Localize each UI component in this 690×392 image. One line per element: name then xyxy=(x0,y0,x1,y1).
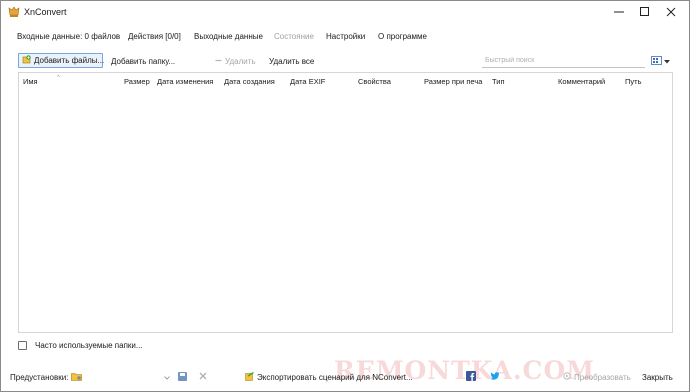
minimize-icon xyxy=(614,7,624,17)
close-button[interactable] xyxy=(657,1,685,23)
remove-icon xyxy=(215,57,222,66)
presets-label: Предустановки: xyxy=(10,372,69,382)
file-list[interactable]: Имя ^ Размер Дата изменения Дата создани… xyxy=(18,72,673,333)
remove-all-label: Удалить все xyxy=(269,56,315,66)
remove-all-button[interactable]: Удалить все xyxy=(269,54,314,68)
twitter-icon xyxy=(490,372,500,382)
column-name[interactable]: Имя ^ xyxy=(23,75,60,86)
facebook-icon xyxy=(466,371,476,383)
column-created-date[interactable]: Дата создания xyxy=(224,77,275,86)
minimize-button[interactable] xyxy=(605,1,633,23)
chevron-down-icon xyxy=(664,57,670,66)
close-app-label: Закрыть xyxy=(642,372,673,382)
maximize-icon xyxy=(640,7,650,17)
sort-caret-icon: ^ xyxy=(57,75,60,81)
view-mode-icon xyxy=(651,55,662,67)
tab-actions[interactable]: Действия [0/0] xyxy=(128,32,181,41)
add-folder-label: Добавить папку... xyxy=(111,56,176,66)
frequent-folders-checkbox[interactable] xyxy=(18,340,27,350)
bottom-bar: Предустановки: Экспортировать сценарий д… xyxy=(1,368,689,386)
export-script-icon xyxy=(245,371,254,383)
view-mode-button[interactable] xyxy=(651,55,671,67)
tab-about[interactable]: О программе xyxy=(378,32,427,41)
column-type[interactable]: Тип xyxy=(492,77,505,86)
column-modified-date[interactable]: Дата изменения xyxy=(157,77,213,86)
presets-delete-button[interactable] xyxy=(199,371,207,383)
tab-input[interactable]: Входные данные: 0 файлов xyxy=(17,32,120,41)
presets-save-button[interactable] xyxy=(178,371,187,383)
chevron-down-icon xyxy=(164,373,170,382)
presets-icon xyxy=(71,372,83,383)
add-files-icon xyxy=(22,55,31,66)
tab-settings[interactable]: Настройки xyxy=(326,32,365,41)
facebook-button[interactable] xyxy=(466,371,476,383)
add-folder-button[interactable]: Добавить папку... xyxy=(111,54,175,68)
quick-search-input[interactable] xyxy=(482,54,645,68)
save-disk-icon xyxy=(178,371,187,383)
twitter-button[interactable] xyxy=(490,371,500,383)
column-size[interactable]: Размер xyxy=(124,77,150,86)
title-bar: XnConvert xyxy=(1,1,689,23)
export-script-label: Экспортировать сценарий для NConvert... xyxy=(257,372,413,382)
window-title: XnConvert xyxy=(24,7,67,17)
tab-status[interactable]: Состояние xyxy=(274,32,314,41)
presets-dropdown-button[interactable] xyxy=(164,371,170,383)
convert-label: Преобразовать xyxy=(574,372,631,382)
column-comment[interactable]: Комментарий xyxy=(558,77,605,86)
frequent-folders-option[interactable]: Часто используемые папки... xyxy=(18,339,143,351)
xnconvert-logo-icon xyxy=(8,6,20,18)
convert-icon xyxy=(563,372,571,382)
column-exif-date[interactable]: Дата EXIF xyxy=(290,77,325,86)
close-icon xyxy=(666,7,676,17)
tab-output[interactable]: Выходные данные xyxy=(194,32,263,41)
main-tabs: Входные данные: 0 файлов Действия [0/0] … xyxy=(1,29,689,47)
delete-x-icon xyxy=(199,372,207,382)
frequent-folders-label: Часто используемые папки... xyxy=(35,340,143,350)
input-toolbar: Добавить файлы... Добавить папку... Удал… xyxy=(1,50,689,72)
app-window: XnConvert Входные данные: 0 файлов Дейст… xyxy=(0,0,690,392)
export-script-button[interactable]: Экспортировать сценарий для NConvert... xyxy=(245,371,413,383)
add-files-label: Добавить файлы... xyxy=(34,56,105,65)
column-print-size[interactable]: Размер при печа xyxy=(424,77,482,86)
remove-button[interactable]: Удалить xyxy=(215,54,256,68)
convert-button[interactable]: Преобразовать xyxy=(563,371,631,383)
maximize-button[interactable] xyxy=(631,1,659,23)
presets-area: Предустановки: xyxy=(10,371,83,383)
column-properties[interactable]: Свойства xyxy=(358,77,391,86)
file-list-header: Имя ^ Размер Дата изменения Дата создани… xyxy=(19,73,672,89)
column-path[interactable]: Путь xyxy=(625,77,641,86)
close-app-button[interactable]: Закрыть xyxy=(642,371,673,383)
remove-label: Удалить xyxy=(225,56,256,66)
add-files-button[interactable]: Добавить файлы... xyxy=(18,53,105,68)
